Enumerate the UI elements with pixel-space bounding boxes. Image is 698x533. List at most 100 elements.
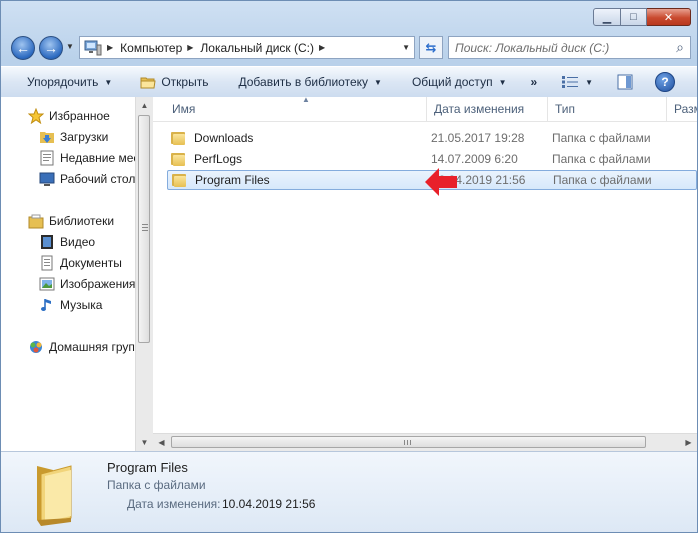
table-row[interactable]: PerfLogs 14.07.2009 6:20 Папка с файлами — [167, 149, 697, 169]
sidebar-item-libraries[interactable]: Библиотеки — [28, 212, 114, 230]
breadcrumb-separator-icon[interactable]: ▶ — [187, 43, 193, 52]
recent-places-icon — [39, 150, 55, 166]
add-to-library-button[interactable]: Добавить в библиотеку ▼ — [216, 75, 389, 89]
details-type: Папка с файлами — [107, 478, 206, 492]
sidebar-libraries-label: Библиотеки — [49, 214, 115, 228]
details-pane: Program Files Папка с файлами Дата измен… — [1, 451, 697, 532]
address-dropdown-icon[interactable]: ▼ — [402, 43, 410, 52]
title-controls: ▁ □ ✕ — [593, 8, 691, 26]
view-details-icon — [561, 75, 579, 89]
sidebar-item-pictures[interactable]: Изображения — [39, 275, 135, 293]
file-name-cell: PerfLogs — [167, 152, 242, 166]
folder-icon — [171, 152, 187, 166]
table-row[interactable]: Downloads 21.05.2017 19:28 Папка с файла… — [167, 128, 697, 148]
explorer-window: ▁ □ ✕ ← → ▼ ▶ Компьютер ▶ Локальный диск… — [0, 0, 698, 533]
scroll-down-icon[interactable]: ▼ — [136, 434, 153, 451]
horizontal-scrollbar[interactable]: ◀ ▶ — [153, 433, 697, 451]
column-date-label: Дата изменения — [434, 102, 525, 116]
chevron-down-icon: ▼ — [374, 77, 382, 87]
more-label: » — [530, 75, 538, 89]
sidebar-scroll-thumb[interactable] — [138, 115, 150, 343]
column-header-row: Имя ▲ Дата изменения Тип Размер — [153, 97, 697, 122]
maximize-icon: □ — [630, 11, 637, 23]
grip-line — [142, 227, 148, 228]
homegroup-icon — [28, 339, 44, 355]
file-name: Program Files — [195, 173, 270, 187]
share-button[interactable]: Общий доступ ▼ — [390, 75, 515, 89]
sidebar-music-label: Музыка — [60, 298, 103, 312]
column-header-date[interactable]: Дата изменения — [427, 97, 548, 121]
search-input[interactable] — [449, 39, 670, 56]
file-name: Downloads — [194, 131, 254, 145]
scroll-left-icon[interactable]: ◀ — [153, 434, 170, 451]
main-area: Избранное Загрузки Недавние места Рабочи… — [1, 97, 697, 451]
sidebar-item-recent-places[interactable]: Недавние места — [39, 149, 135, 167]
horizontal-scroll-thumb[interactable] — [171, 436, 646, 448]
star-icon — [27, 107, 45, 125]
maximize-button[interactable]: □ — [621, 8, 647, 26]
file-name-cell: Downloads — [167, 131, 253, 145]
sidebar-scrollbar[interactable]: ▲ ▼ — [135, 97, 153, 451]
column-header-name[interactable]: Имя ▲ — [165, 97, 427, 121]
computer-icon — [84, 40, 102, 56]
refresh-icon: ⇆ — [425, 39, 437, 55]
sidebar-favorites-label: Избранное — [49, 109, 110, 123]
grip-line — [410, 440, 411, 445]
organize-button[interactable]: Упорядочить ▼ — [1, 75, 120, 89]
help-button[interactable]: ? — [641, 72, 683, 92]
add-to-library-label: Добавить в библиотеку — [238, 75, 369, 89]
column-header-type[interactable]: Тип — [548, 97, 667, 121]
grip-line — [407, 440, 408, 445]
sort-ascending-icon: ▲ — [302, 97, 310, 104]
preview-pane-button[interactable] — [601, 74, 641, 90]
help-icon: ? — [655, 72, 676, 92]
back-button[interactable]: ← — [11, 36, 35, 60]
open-folder-icon — [140, 75, 156, 89]
breadcrumb-separator-icon[interactable]: ▶ — [319, 43, 325, 52]
close-icon: ✕ — [663, 11, 674, 24]
sidebar-item-documents[interactable]: Документы — [39, 254, 122, 272]
search-icon[interactable]: ⌕ — [670, 39, 690, 56]
column-header-size[interactable]: Размер — [667, 97, 697, 121]
recent-pages-dropdown-icon[interactable]: ▼ — [66, 42, 74, 51]
open-button[interactable]: Открыть — [120, 75, 216, 89]
address-bar[interactable]: ▶ Компьютер ▶ Локальный диск (C:) ▶ ▼ — [79, 36, 415, 59]
sidebar-recent-places-label: Недавние места — [60, 151, 135, 165]
column-name-label: Имя — [172, 102, 196, 116]
close-button[interactable]: ✕ — [647, 8, 691, 26]
sidebar-item-homegroup[interactable]: Домашняя группа — [28, 338, 135, 356]
details-name: Program Files — [107, 460, 188, 475]
sidebar-item-music[interactable]: Музыка — [39, 296, 102, 314]
sidebar-video-label: Видео — [60, 235, 96, 249]
preview-pane-icon — [617, 74, 633, 90]
minimize-button[interactable]: ▁ — [593, 8, 621, 26]
video-icon — [39, 234, 55, 250]
forward-button[interactable]: → — [39, 36, 63, 60]
organize-label: Упорядочить — [27, 75, 99, 89]
sidebar-item-downloads[interactable]: Загрузки — [39, 128, 108, 146]
sidebar-item-favorites[interactable]: Избранное — [27, 107, 110, 125]
breadcrumb-separator-icon[interactable]: ▶ — [107, 43, 113, 52]
downloads-folder-icon — [39, 129, 55, 145]
more-commands-button[interactable]: » — [514, 75, 545, 89]
file-type: Папка с файлами — [552, 131, 651, 145]
chevron-down-icon: ▼ — [585, 77, 594, 87]
search-box: ⌕ — [448, 36, 691, 59]
file-name: PerfLogs — [194, 152, 243, 166]
sidebar-item-desktop[interactable]: Рабочий стол — [39, 170, 135, 188]
view-options-button[interactable]: ▼ — [545, 75, 601, 89]
details-date-label: Дата изменения: — [127, 497, 221, 511]
breadcrumb-local-disk[interactable]: Локальный диск (C:) — [200, 41, 314, 55]
folder-icon — [171, 131, 187, 145]
scroll-right-icon[interactable]: ▶ — [680, 434, 697, 451]
sidebar-pictures-label: Изображения — [60, 277, 135, 291]
file-list-pane: Имя ▲ Дата изменения Тип Размер Download… — [153, 97, 697, 451]
desktop-icon — [39, 171, 55, 187]
sidebar-downloads-label: Загрузки — [60, 130, 109, 144]
pictures-icon — [39, 276, 55, 292]
breadcrumb-computer[interactable]: Компьютер — [120, 41, 182, 55]
scroll-up-icon[interactable]: ▲ — [136, 97, 153, 114]
sidebar-item-video[interactable]: Видео — [39, 233, 95, 251]
refresh-button[interactable]: ⇆ — [419, 36, 443, 59]
chevron-down-icon: ▼ — [498, 77, 507, 87]
